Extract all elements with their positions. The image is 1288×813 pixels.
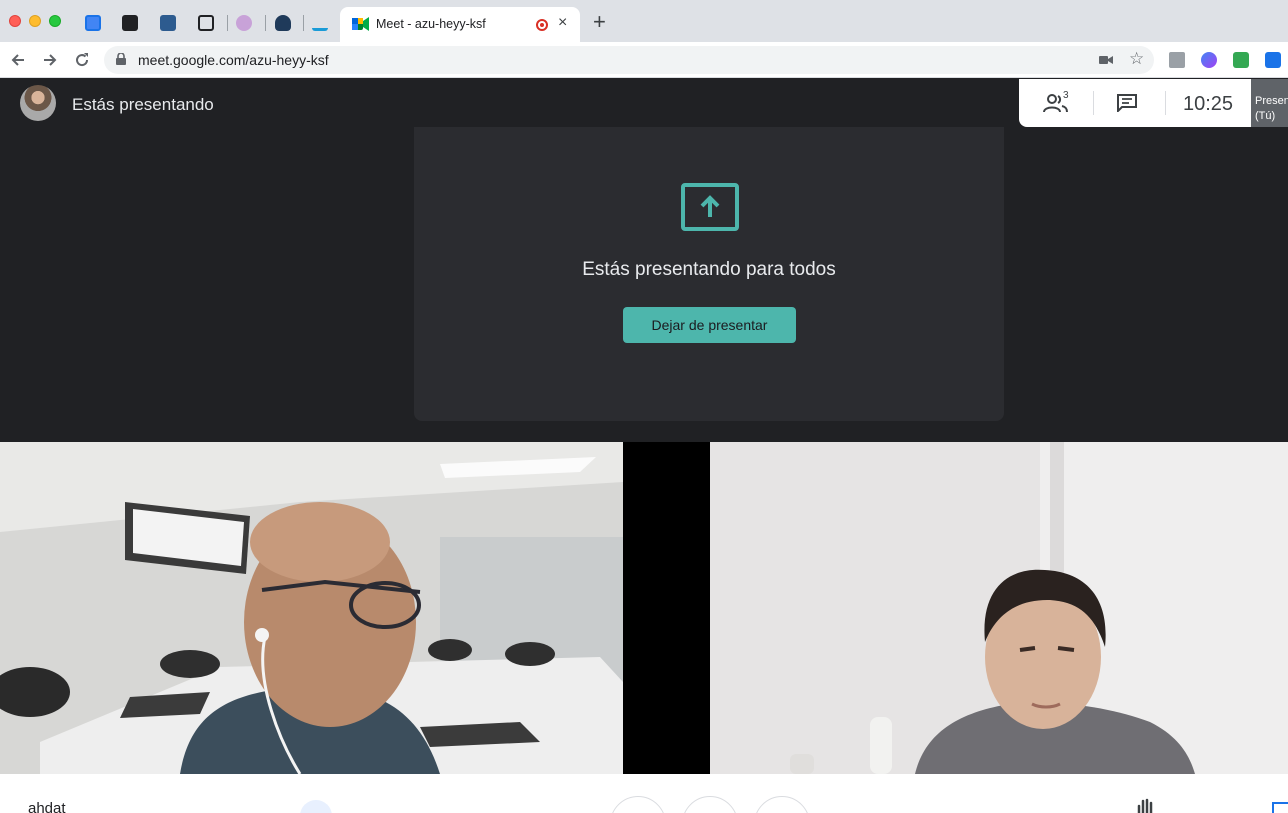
pinned-tab-app-icon[interactable] — [160, 15, 176, 31]
present-screen-icon — [681, 183, 739, 231]
presenting-card: Estás presentando para todos Dejar de pr… — [414, 127, 1004, 421]
tab-separator — [227, 15, 228, 31]
self-tile-sublabel: (Tú) — [1255, 110, 1276, 122]
stop-presenting-button[interactable]: Dejar de presentar — [623, 307, 796, 343]
pinned-tab-analytics-icon[interactable] — [312, 15, 328, 31]
window-zoom-button[interactable] — [49, 15, 61, 27]
present-now-icon[interactable] — [1272, 802, 1288, 813]
dropbox-extension-icon[interactable] — [1169, 52, 1185, 68]
meeting-control-bar: ahdat — [0, 774, 1288, 813]
pinned-tab-balloon-icon[interactable] — [236, 15, 252, 31]
raise-hand-icon[interactable] — [1133, 798, 1157, 813]
tab-strip: Meet - azu-heyy-ksf × + — [0, 0, 1288, 42]
tile-gap — [623, 442, 710, 774]
meeting-name[interactable]: ahdat — [28, 800, 66, 813]
participant-video-frame — [0, 442, 623, 774]
back-arrow-icon[interactable] — [10, 52, 26, 68]
window-close-button[interactable] — [9, 15, 21, 27]
extension-orb-icon[interactable] — [1201, 52, 1217, 68]
active-tab-title: Meet - azu-heyy-ksf — [376, 17, 486, 31]
pinned-tab-ycombinator-icon[interactable] — [122, 15, 138, 31]
bookmark-star-icon[interactable]: ☆ — [1129, 49, 1144, 69]
meet-stage: Estás presentando 3 10:25 Presen (Tú) Es… — [0, 79, 1288, 813]
active-tab-meet[interactable]: Meet - azu-heyy-ksf × — [340, 7, 580, 42]
camera-toggle-button[interactable] — [754, 796, 810, 813]
self-view-thumbnail[interactable]: Presen (Tú) — [1251, 79, 1288, 127]
presenting-title: Estás presentando para todos — [582, 259, 836, 280]
shield-icon[interactable] — [300, 800, 332, 813]
pinned-tab-wave-icon[interactable] — [198, 15, 214, 31]
participant-video-tile[interactable] — [0, 442, 623, 774]
print-extension-icon[interactable] — [1233, 52, 1249, 68]
meet-favicon-icon — [352, 17, 369, 31]
self-tile-label: Presen — [1255, 95, 1288, 107]
tab-separator — [303, 15, 304, 31]
participant-count-badge: 3 — [1063, 90, 1069, 101]
close-tab-button[interactable]: × — [558, 14, 567, 32]
microphone-button[interactable] — [610, 796, 666, 813]
divider — [1165, 91, 1166, 115]
pinned-tab-headset-icon[interactable] — [275, 15, 291, 31]
pinned-tab-calendar-icon[interactable] — [85, 15, 101, 31]
avatar[interactable] — [20, 85, 56, 121]
meeting-info-panel: 3 10:25 — [1019, 79, 1251, 127]
url-text: meet.google.com/azu-heyy-ksf — [138, 52, 329, 68]
participant-video-tile[interactable] — [710, 442, 1288, 774]
participant-video-frame — [710, 442, 1288, 774]
new-tab-button[interactable]: + — [593, 11, 606, 33]
browser-toolbar: meet.google.com/azu-heyy-ksf ☆ — [0, 42, 1288, 78]
tab-separator — [265, 15, 266, 31]
camera-icon[interactable] — [1099, 54, 1113, 66]
forward-arrow-icon[interactable] — [42, 52, 58, 68]
end-call-button[interactable] — [682, 796, 738, 813]
translate-extension-icon[interactable] — [1265, 52, 1281, 68]
lock-icon — [116, 53, 126, 65]
meeting-clock: 10:25 — [1183, 93, 1234, 115]
recording-indicator-icon — [536, 19, 548, 31]
window-minimize-button[interactable] — [29, 15, 41, 27]
divider — [1093, 91, 1094, 115]
address-bar[interactable]: meet.google.com/azu-heyy-ksf ☆ — [104, 46, 1154, 74]
chat-icon[interactable] — [1117, 94, 1137, 112]
reload-icon[interactable] — [74, 52, 90, 68]
presenting-banner: Estás presentando — [72, 95, 214, 114]
